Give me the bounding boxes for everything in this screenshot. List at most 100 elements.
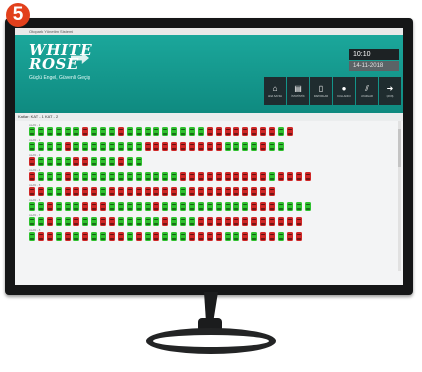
- free-spot-car-icon[interactable]: [295, 202, 302, 211]
- free-spot-car-icon[interactable]: [117, 202, 124, 211]
- occupied-spot-car-icon[interactable]: [251, 217, 258, 226]
- floor-filter-bar[interactable]: Katlar: KAT - 1 KAT - 2: [15, 113, 403, 121]
- free-spot-car-icon[interactable]: [100, 127, 107, 136]
- occupied-spot-car-icon[interactable]: [197, 217, 204, 226]
- free-spot-car-icon[interactable]: [126, 127, 133, 136]
- occupied-spot-car-icon[interactable]: [260, 202, 267, 211]
- occupied-spot-car-icon[interactable]: [224, 187, 231, 196]
- occupied-spot-car-icon[interactable]: [189, 142, 196, 151]
- free-spot-car-icon[interactable]: [55, 142, 62, 151]
- free-spot-car-icon[interactable]: [82, 217, 89, 226]
- free-spot-car-icon[interactable]: [126, 142, 133, 151]
- menu-button-0[interactable]: ⌂ ANA SAYFA: [264, 77, 286, 105]
- occupied-spot-car-icon[interactable]: [260, 217, 267, 226]
- free-spot-car-icon[interactable]: [126, 232, 133, 241]
- occupied-spot-car-icon[interactable]: [126, 187, 133, 196]
- free-spot-car-icon[interactable]: [55, 232, 62, 241]
- free-spot-car-icon[interactable]: [55, 187, 62, 196]
- occupied-spot-car-icon[interactable]: [206, 172, 213, 181]
- occupied-spot-car-icon[interactable]: [144, 142, 151, 151]
- occupied-spot-car-icon[interactable]: [46, 232, 53, 241]
- occupied-spot-car-icon[interactable]: [251, 172, 258, 181]
- occupied-spot-car-icon[interactable]: [242, 127, 249, 136]
- free-spot-car-icon[interactable]: [64, 202, 71, 211]
- free-spot-car-icon[interactable]: [91, 142, 98, 151]
- free-spot-car-icon[interactable]: [100, 172, 107, 181]
- free-spot-car-icon[interactable]: [180, 187, 187, 196]
- occupied-spot-car-icon[interactable]: [180, 142, 187, 151]
- free-spot-car-icon[interactable]: [135, 127, 142, 136]
- occupied-spot-car-icon[interactable]: [29, 172, 35, 181]
- occupied-spot-car-icon[interactable]: [206, 142, 213, 151]
- free-spot-car-icon[interactable]: [162, 127, 169, 136]
- free-spot-car-icon[interactable]: [189, 202, 196, 211]
- occupied-spot-car-icon[interactable]: [286, 172, 293, 181]
- free-spot-car-icon[interactable]: [55, 172, 62, 181]
- free-spot-car-icon[interactable]: [251, 142, 258, 151]
- free-spot-car-icon[interactable]: [144, 127, 151, 136]
- free-spot-car-icon[interactable]: [144, 232, 151, 241]
- occupied-spot-car-icon[interactable]: [171, 187, 178, 196]
- free-spot-car-icon[interactable]: [224, 142, 231, 151]
- occupied-spot-car-icon[interactable]: [269, 187, 276, 196]
- occupied-spot-car-icon[interactable]: [117, 232, 124, 241]
- free-spot-car-icon[interactable]: [100, 232, 107, 241]
- free-spot-car-icon[interactable]: [162, 202, 169, 211]
- occupied-spot-car-icon[interactable]: [215, 127, 222, 136]
- occupied-spot-car-icon[interactable]: [153, 187, 160, 196]
- free-spot-car-icon[interactable]: [55, 202, 62, 211]
- occupied-spot-car-icon[interactable]: [197, 142, 204, 151]
- free-spot-car-icon[interactable]: [180, 127, 187, 136]
- occupied-spot-car-icon[interactable]: [242, 172, 249, 181]
- occupied-spot-car-icon[interactable]: [251, 127, 258, 136]
- occupied-spot-car-icon[interactable]: [242, 187, 249, 196]
- free-spot-car-icon[interactable]: [233, 202, 240, 211]
- free-spot-car-icon[interactable]: [269, 172, 276, 181]
- occupied-spot-car-icon[interactable]: [153, 232, 160, 241]
- occupied-spot-car-icon[interactable]: [286, 127, 293, 136]
- occupied-spot-car-icon[interactable]: [189, 172, 196, 181]
- occupied-spot-car-icon[interactable]: [242, 217, 249, 226]
- occupied-spot-car-icon[interactable]: [144, 187, 151, 196]
- occupied-spot-car-icon[interactable]: [269, 232, 276, 241]
- occupied-spot-car-icon[interactable]: [29, 187, 35, 196]
- free-spot-car-icon[interactable]: [135, 217, 142, 226]
- free-spot-car-icon[interactable]: [135, 172, 142, 181]
- free-spot-car-icon[interactable]: [91, 127, 98, 136]
- free-spot-car-icon[interactable]: [277, 202, 284, 211]
- free-spot-car-icon[interactable]: [109, 202, 116, 211]
- free-spot-car-icon[interactable]: [109, 142, 116, 151]
- occupied-spot-car-icon[interactable]: [260, 172, 267, 181]
- free-spot-car-icon[interactable]: [64, 157, 71, 166]
- occupied-spot-car-icon[interactable]: [233, 187, 240, 196]
- free-spot-car-icon[interactable]: [37, 202, 44, 211]
- free-spot-car-icon[interactable]: [126, 157, 133, 166]
- free-spot-car-icon[interactable]: [37, 172, 44, 181]
- occupied-spot-car-icon[interactable]: [224, 127, 231, 136]
- occupied-spot-car-icon[interactable]: [260, 232, 267, 241]
- occupied-spot-car-icon[interactable]: [269, 127, 276, 136]
- occupied-spot-car-icon[interactable]: [109, 187, 116, 196]
- occupied-spot-car-icon[interactable]: [180, 172, 187, 181]
- free-spot-car-icon[interactable]: [117, 217, 124, 226]
- occupied-spot-car-icon[interactable]: [233, 127, 240, 136]
- occupied-spot-car-icon[interactable]: [251, 202, 258, 211]
- occupied-spot-car-icon[interactable]: [135, 232, 142, 241]
- occupied-spot-car-icon[interactable]: [117, 127, 124, 136]
- free-spot-car-icon[interactable]: [55, 157, 62, 166]
- occupied-spot-car-icon[interactable]: [29, 157, 35, 166]
- free-spot-car-icon[interactable]: [135, 142, 142, 151]
- occupied-spot-car-icon[interactable]: [82, 127, 89, 136]
- free-spot-car-icon[interactable]: [91, 217, 98, 226]
- free-spot-car-icon[interactable]: [29, 217, 35, 226]
- occupied-spot-car-icon[interactable]: [162, 142, 169, 151]
- occupied-spot-car-icon[interactable]: [206, 127, 213, 136]
- occupied-spot-car-icon[interactable]: [91, 202, 98, 211]
- free-spot-car-icon[interactable]: [73, 172, 80, 181]
- free-spot-car-icon[interactable]: [82, 172, 89, 181]
- free-spot-car-icon[interactable]: [109, 172, 116, 181]
- free-spot-car-icon[interactable]: [171, 217, 178, 226]
- occupied-spot-car-icon[interactable]: [215, 142, 222, 151]
- occupied-spot-car-icon[interactable]: [64, 187, 71, 196]
- occupied-spot-car-icon[interactable]: [197, 172, 204, 181]
